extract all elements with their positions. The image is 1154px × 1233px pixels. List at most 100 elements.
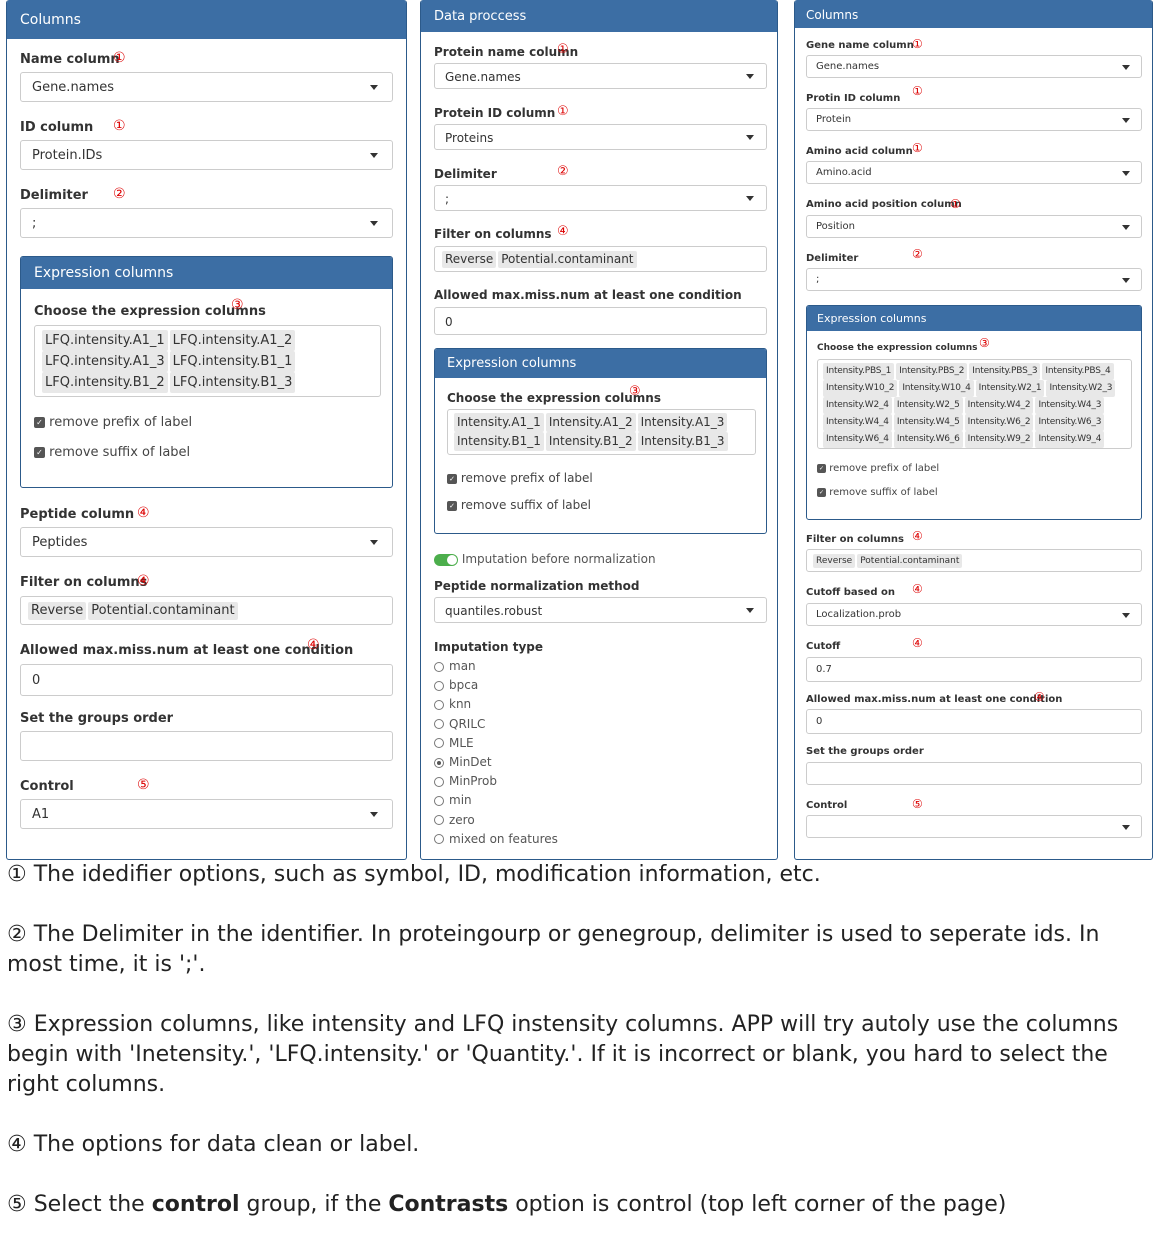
amino-acid-select[interactable]: Amino.acid: [806, 161, 1142, 184]
imputation-radio-option[interactable]: bpca: [434, 678, 478, 692]
remove-prefix-checkbox[interactable]: ✓ remove prefix of label: [34, 415, 192, 430]
max-miss-input[interactable]: 0: [434, 307, 767, 335]
filter-columns-input[interactable]: Reverse Potential.contaminant: [806, 549, 1142, 572]
imputation-toggle[interactable]: Imputation before normalization: [434, 552, 656, 566]
expression-chip[interactable]: Intensity.A1_2: [545, 413, 636, 432]
imputation-option-label: MLE: [449, 735, 474, 750]
expression-chip[interactable]: Intensity.W2_4: [823, 397, 892, 414]
expression-chip[interactable]: Intensity.W6_6: [893, 431, 963, 448]
control-select[interactable]: [806, 815, 1142, 838]
expression-chip[interactable]: Intensity.B1_1: [454, 432, 544, 451]
protein-name-select[interactable]: Gene.names: [434, 63, 767, 89]
imputation-option-label: MinProb: [449, 774, 497, 789]
delimiter-value: ;: [816, 274, 820, 285]
panel-3-title: Columns: [806, 8, 859, 22]
filter-chip[interactable]: Potential.contaminant: [88, 602, 238, 620]
expression-chip[interactable]: Intensity.W4_5: [893, 414, 963, 431]
groups-order-input[interactable]: [806, 762, 1142, 785]
expression-chip[interactable]: Intensity.W4_4: [823, 414, 892, 431]
groups-order-input[interactable]: [20, 731, 393, 761]
protein-name-value: Gene.names: [445, 70, 521, 84]
note-5-part: option is control (top left corner of th…: [508, 1192, 1007, 1217]
filter-columns-input[interactable]: Reverse Potential.contaminant: [434, 246, 767, 272]
expression-chip[interactable]: Intensity.W6_4: [823, 431, 892, 448]
delimiter-select[interactable]: ;: [806, 268, 1142, 291]
check-icon: ✓: [447, 473, 457, 484]
expression-chip[interactable]: Intensity.W4_2: [964, 397, 1034, 414]
normalization-select[interactable]: quantiles.robust: [434, 597, 767, 623]
cutoff-input[interactable]: 0.7: [806, 657, 1142, 682]
chevron-down-icon: [1122, 224, 1130, 230]
remove-suffix-checkbox[interactable]: ✓ remove suffix of label: [447, 498, 591, 512]
name-column-select[interactable]: Gene.names: [20, 72, 393, 102]
expression-chip[interactable]: Intensity.W9_2: [964, 431, 1034, 448]
delimiter-select[interactable]: ;: [20, 208, 393, 238]
expression-chip[interactable]: Intensity.W2_1: [975, 380, 1045, 397]
expression-chip[interactable]: LFQ.intensity.A1_1: [42, 330, 168, 351]
imputation-radio-option[interactable]: min: [434, 793, 472, 807]
expression-chip[interactable]: Intensity.B1_2: [545, 432, 636, 451]
filter-chip[interactable]: Potential.contaminant: [857, 554, 963, 568]
expression-chip[interactable]: Intensity.W4_3: [1035, 397, 1105, 414]
cutoff-based-select[interactable]: Localization.prob: [806, 603, 1142, 626]
normalization-label: Peptide normalization method: [434, 579, 640, 593]
expression-chip[interactable]: Intensity.W6_3: [1035, 414, 1105, 431]
protein-id-select[interactable]: Protein: [806, 108, 1142, 131]
expression-chip[interactable]: Intensity.B1_3: [637, 432, 728, 451]
remove-suffix-checkbox[interactable]: ✓ remove suffix of label: [34, 445, 190, 460]
imputation-radio-option[interactable]: zero: [434, 813, 475, 827]
remove-suffix-checkbox[interactable]: ✓ remove suffix of label: [817, 487, 938, 498]
expression-chip[interactable]: LFQ.intensity.A1_3: [42, 351, 168, 372]
expression-chip[interactable]: Intensity.W6_2: [964, 414, 1034, 431]
expression-chip[interactable]: Intensity.W2_3: [1046, 380, 1116, 397]
expression-chip[interactable]: Intensity.W9_4: [1035, 431, 1105, 448]
expression-chip[interactable]: Intensity.W10_4: [899, 380, 974, 397]
expression-chip[interactable]: Intensity.A1_1: [454, 413, 544, 432]
expression-chip[interactable]: Intensity.PBS_2: [896, 363, 968, 380]
imputation-radio-option[interactable]: knn: [434, 697, 471, 711]
groups-order-label: Set the groups order: [20, 711, 174, 726]
filter-chip[interactable]: Potential.contaminant: [498, 251, 637, 268]
control-select[interactable]: A1: [20, 799, 393, 829]
peptide-column-select[interactable]: Peptides: [20, 527, 393, 557]
imputation-radio-option[interactable]: mixed on features: [434, 832, 558, 846]
imputation-radio-option[interactable]: man: [434, 659, 476, 673]
filter-chip[interactable]: Reverse: [813, 554, 856, 568]
filter-chip[interactable]: Reverse: [28, 602, 87, 620]
protein-id-select[interactable]: Proteins: [434, 124, 767, 150]
filter-chip[interactable]: Reverse: [442, 251, 497, 268]
remove-prefix-checkbox[interactable]: ✓ remove prefix of label: [447, 471, 593, 485]
note-5-control: control: [151, 1192, 240, 1217]
gene-name-select[interactable]: Gene.names: [806, 55, 1142, 78]
max-miss-input[interactable]: 0: [806, 709, 1142, 734]
remove-suffix-label: remove suffix of label: [49, 445, 191, 460]
expression-columns-input[interactable]: LFQ.intensity.A1_1 LFQ.intensity.A1_2 LFQ…: [34, 325, 381, 397]
cutoff-based-label: Cutoff based on: [806, 587, 895, 598]
expression-chip[interactable]: Intensity.A1_3: [637, 413, 728, 432]
expression-chip[interactable]: Intensity.PBS_1: [823, 363, 895, 380]
expression-chip[interactable]: Intensity.PBS_4: [1042, 363, 1114, 380]
imputation-radio-option[interactable]: MinProb: [434, 774, 497, 788]
imputation-option-label: MinDet: [449, 755, 492, 769]
id-column-select[interactable]: Protein.IDs: [20, 140, 393, 170]
expression-chip[interactable]: LFQ.intensity.B1_1: [169, 351, 296, 372]
expression-columns-input[interactable]: Intensity.A1_1 Intensity.A1_2 Intensity.A1…: [447, 409, 756, 455]
expression-chip[interactable]: Intensity.W10_2: [823, 380, 898, 397]
imputation-radio-option[interactable]: QRILC: [434, 717, 485, 731]
expression-chip[interactable]: LFQ.intensity.A1_2: [169, 330, 296, 351]
check-icon: ✓: [447, 500, 457, 511]
expression-chip[interactable]: Intensity.W2_5: [893, 397, 963, 414]
note-3: ③ Expression columns, like intensity and…: [7, 1012, 1119, 1097]
max-miss-input[interactable]: 0: [20, 664, 393, 696]
delimiter-select[interactable]: ;: [434, 185, 767, 211]
expression-chip[interactable]: LFQ.intensity.B1_3: [169, 372, 296, 393]
aa-position-select[interactable]: Position: [806, 215, 1142, 238]
expression-columns-input[interactable]: Intensity.PBS_1 Intensity.PBS_2 Intensity.…: [817, 359, 1132, 449]
imputation-radio-option[interactable]: MLE: [434, 736, 474, 750]
chevron-down-icon: [746, 74, 754, 79]
expression-chip[interactable]: LFQ.intensity.B1_2: [42, 372, 168, 393]
expression-chip[interactable]: Intensity.PBS_3: [969, 363, 1041, 380]
remove-prefix-checkbox[interactable]: ✓ remove prefix of label: [817, 463, 939, 474]
filter-columns-input[interactable]: Reverse Potential.contaminant: [20, 596, 393, 625]
imputation-radio-option[interactable]: MinDet: [434, 755, 492, 769]
